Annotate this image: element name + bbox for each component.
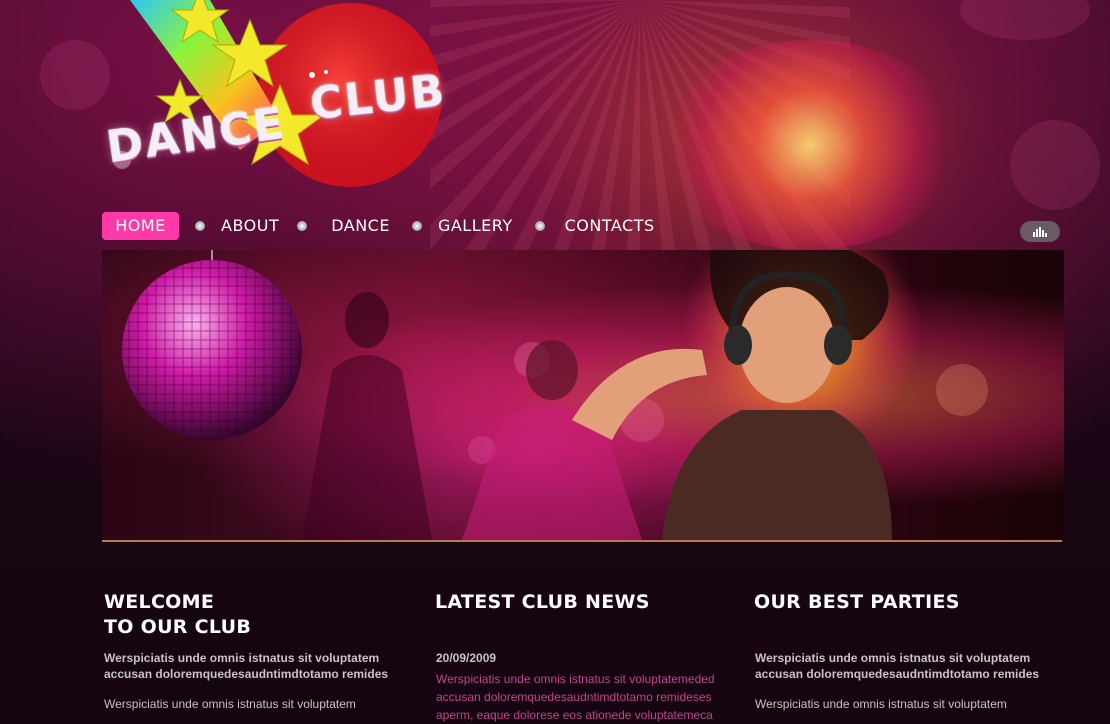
welcome-title-line1: WELCOME	[104, 591, 215, 613]
nav-item-dance[interactable]: DANCE	[331, 212, 390, 240]
hero-banner-illustration	[122, 250, 988, 540]
disco-bullet-icon	[411, 221, 422, 231]
welcome-title-line2: TO OUR CLUB	[104, 616, 252, 638]
parties-title: OUR BEST PARTIES	[754, 591, 960, 613]
parties-body: Werspiciatis unde omnis istnatus sit vol…	[755, 697, 1007, 711]
welcome-body: Werspiciatis unde omnis istnatus sit vol…	[104, 697, 356, 711]
welcome-title: WELCOME TO OUR CLUB	[104, 590, 404, 640]
nav-item-about[interactable]: ABOUT	[221, 212, 279, 240]
bokeh-light	[960, 0, 1090, 40]
header-glow	[660, 40, 960, 250]
news-text-link[interactable]: Werspiciatis unde omnis istnatus sit vol…	[436, 670, 732, 724]
equalizer-icon	[1033, 226, 1047, 237]
banner-divider	[102, 540, 1062, 542]
news-date: 20/09/2009	[436, 651, 497, 665]
disco-bullet-icon	[195, 221, 205, 231]
hero-banner-image	[102, 250, 1064, 540]
parties-intro: Werspiciatis unde omnis istnatus sit vol…	[755, 651, 1040, 681]
music-toggle-button[interactable]	[1020, 221, 1060, 242]
disco-bullet-icon	[297, 221, 308, 231]
news-section: LATEST CLUB NEWS 20/09/2009 Werspiciatis…	[435, 590, 735, 724]
news-title: LATEST CLUB NEWS	[435, 591, 650, 613]
parties-section: OUR BEST PARTIES Werspiciatis unde omnis…	[754, 590, 1054, 712]
nav-item-contacts[interactable]: CONTACTS	[565, 212, 655, 240]
welcome-section: WELCOME TO OUR CLUB Werspiciatis unde om…	[104, 590, 404, 712]
nav-item-home[interactable]: HOME	[102, 212, 179, 240]
disco-bullet-icon	[534, 221, 545, 231]
welcome-intro: Werspiciatis unde omnis istnatus sit vol…	[104, 651, 389, 681]
main-nav: HOME ABOUT DANCE GALLERY CONTACTS	[102, 212, 655, 240]
nav-item-gallery[interactable]: GALLERY	[438, 212, 513, 240]
bokeh-light	[1010, 120, 1100, 210]
site-logo[interactable]: DANCE CLUB	[100, 0, 460, 195]
